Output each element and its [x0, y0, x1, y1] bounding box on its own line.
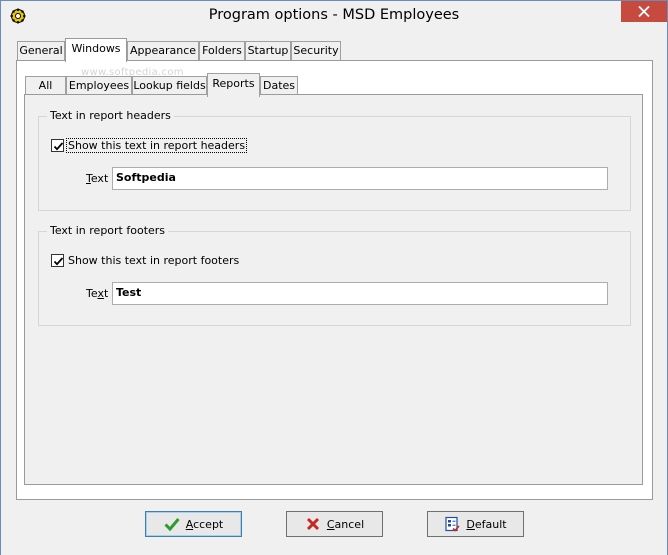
cancel-button[interactable]: Cancel: [286, 511, 383, 537]
checkmark-icon: [164, 518, 180, 532]
show-header-text-row[interactable]: Show this text in report headers: [51, 138, 248, 153]
accept-label-rest: ccept: [193, 517, 224, 531]
accept-mnemonic: A: [185, 517, 194, 531]
show-footer-text-row[interactable]: Show this text in report footers: [51, 254, 240, 267]
tab-general[interactable]: General: [17, 41, 65, 61]
footer-text-input[interactable]: Test: [112, 282, 608, 305]
header-text-label-rest: ext: [90, 172, 109, 185]
tab-startup[interactable]: Startup: [245, 41, 291, 61]
show-footer-text-label[interactable]: Show this text in report footers: [67, 254, 240, 267]
report-headers-legend: Text in report headers: [47, 109, 174, 122]
defaults-icon: [445, 516, 460, 532]
footer-text-label-prefix: Te: [86, 287, 98, 300]
show-footer-text-checkbox[interactable]: [51, 254, 64, 267]
header-text-label: Text: [86, 172, 108, 185]
footer-text-label: Text: [86, 287, 108, 300]
report-footers-group: Text in report footers Show this text in…: [38, 224, 631, 326]
close-button[interactable]: [621, 1, 667, 22]
close-icon: [638, 6, 650, 17]
tab-employees[interactable]: Employees: [66, 76, 132, 96]
footer-text-label-rest: t: [103, 287, 109, 300]
default-mnemonic: D: [466, 517, 475, 531]
tab-windows[interactable]: Windows: [65, 38, 127, 62]
tab-appearance[interactable]: Appearance: [127, 41, 199, 61]
tab-reports[interactable]: Reports: [207, 73, 260, 97]
report-footers-legend: Text in report footers: [47, 224, 169, 237]
reports-tab-panel: Text in report headers Show this text in…: [24, 94, 643, 485]
default-label-rest: efault: [474, 517, 507, 531]
report-headers-group: Text in report headers Show this text in…: [38, 109, 631, 211]
default-button[interactable]: Default: [427, 511, 524, 537]
accept-button[interactable]: Accept: [145, 511, 242, 537]
cancel-mnemonic: C: [326, 517, 335, 531]
checkmark-icon: [53, 142, 64, 151]
window-title: Program options - MSD Employees: [208, 7, 460, 23]
cancel-label-rest: ancel: [334, 517, 365, 531]
default-label: Default: [466, 518, 506, 531]
tab-lookup-fields[interactable]: Lookup fields: [132, 76, 207, 96]
title-bar[interactable]: Program options - MSD Employees: [1, 1, 667, 32]
show-header-text-checkbox[interactable]: [51, 139, 64, 152]
checkmark-icon: [53, 257, 64, 266]
tab-all[interactable]: All: [25, 76, 66, 96]
header-text-input[interactable]: Softpedia: [112, 167, 608, 190]
tab-dates[interactable]: Dates: [260, 76, 298, 96]
cancel-label: Cancel: [327, 518, 364, 531]
program-options-window: Program options - MSD Employees General …: [0, 0, 668, 555]
tab-security[interactable]: Security: [291, 41, 341, 61]
show-header-text-label[interactable]: Show this text in report headers: [65, 138, 248, 153]
x-icon: [306, 517, 319, 531]
tab-folders[interactable]: Folders: [199, 41, 245, 61]
accept-label: Accept: [186, 518, 224, 531]
